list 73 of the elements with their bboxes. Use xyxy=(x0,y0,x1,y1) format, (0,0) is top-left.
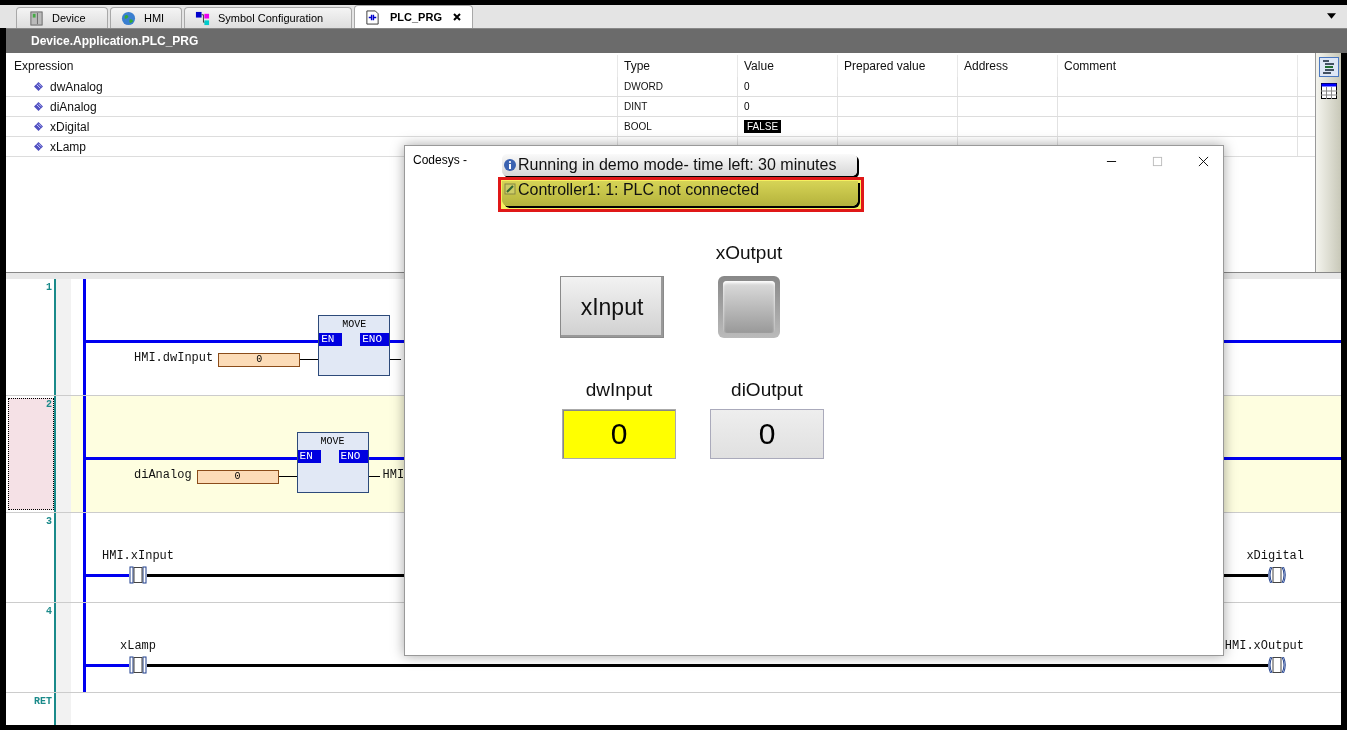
editor-tab[interactable]: Symbol Configuration xyxy=(184,7,352,28)
banner-text: Running in demo mode- time left: 30 minutes xyxy=(518,156,837,174)
document-icon xyxy=(365,9,380,25)
variable-label: HMI.xOutput xyxy=(1224,639,1304,653)
network-number: 4 xyxy=(46,605,53,618)
pin-label: EN xyxy=(319,333,343,346)
editor-tab[interactable]: PLC_PRG xyxy=(354,5,473,28)
contact-symbol[interactable] xyxy=(129,656,147,674)
caret-icon[interactable] xyxy=(1327,13,1336,19)
editor-title: Device.Application.PLC_PRG xyxy=(6,28,1347,53)
coil-symbol[interactable] xyxy=(1268,656,1286,674)
variable-label: HMI.xInput xyxy=(102,549,174,563)
table-cell: FALSE xyxy=(744,120,782,133)
output-field: 0 xyxy=(710,409,824,459)
table-cell: DINT xyxy=(624,101,648,112)
banner-text: Controller1: 1: PLC not connected xyxy=(518,181,760,199)
table-cell: BOOL xyxy=(624,121,652,132)
plug-icon xyxy=(504,183,516,195)
table-cell: xLamp xyxy=(50,139,87,154)
list-icon[interactable] xyxy=(1318,57,1339,77)
pin-label: ENO xyxy=(360,333,390,346)
grid-icon[interactable] xyxy=(1320,83,1337,99)
column-header[interactable]: Expression xyxy=(6,55,618,77)
globe-icon xyxy=(121,10,136,26)
end-label: RET xyxy=(34,695,53,708)
variable-label: xDigital xyxy=(1246,549,1304,563)
window-title: Codesys - xyxy=(413,153,468,167)
lamp-label: xOutput xyxy=(714,242,784,264)
move-block[interactable]: MOVE EN ENO xyxy=(296,432,369,493)
variable-label: HMI.dwInput xyxy=(134,351,214,365)
field-label: diOutput xyxy=(731,379,803,401)
column-header[interactable]: Address xyxy=(958,55,1058,77)
variable-label: diAnalog xyxy=(134,468,192,482)
editor-tab[interactable]: HMI xyxy=(110,7,182,28)
cabinet-icon xyxy=(29,10,44,26)
column-header[interactable]: Value xyxy=(738,55,838,77)
variable-label: HMI xyxy=(382,468,405,482)
table-cell: 0 xyxy=(744,81,750,92)
variable-label: xLamp xyxy=(120,639,156,653)
rung-wire xyxy=(86,664,129,667)
table-cell: DWORD xyxy=(624,81,663,92)
move-block[interactable]: MOVE EN ENO xyxy=(318,315,391,376)
pin-label: EN xyxy=(297,450,321,463)
network-number: 2 xyxy=(46,398,53,411)
close-icon[interactable] xyxy=(1198,155,1209,167)
table-cell: dwAnalog xyxy=(50,79,103,94)
contact-symbol[interactable] xyxy=(129,566,147,584)
table-cell: diAnalog xyxy=(50,99,97,114)
blocks-icon xyxy=(195,10,210,26)
editor-tab[interactable]: Device xyxy=(16,7,108,28)
network-number: 1 xyxy=(46,281,53,294)
close-icon[interactable] xyxy=(451,12,462,22)
column-header[interactable]: Type xyxy=(618,55,738,77)
rung-wire xyxy=(86,574,129,577)
variable-icon xyxy=(34,142,43,151)
column-header[interactable]: Prepared value xyxy=(838,55,958,77)
variable-icon xyxy=(34,102,43,111)
column-header[interactable]: Comment xyxy=(1058,55,1298,77)
coil-symbol[interactable] xyxy=(1268,566,1286,584)
variable-icon xyxy=(34,122,43,131)
block-title: MOVE xyxy=(319,436,346,448)
input-field[interactable]: 0 xyxy=(562,409,676,459)
field-label: dwInput xyxy=(585,379,653,401)
variable-icon xyxy=(34,82,43,91)
value-field[interactable]: 0 xyxy=(196,470,279,484)
table-cell: xDigital xyxy=(50,119,90,134)
block-title: MOVE xyxy=(341,319,368,331)
network-number: 3 xyxy=(46,515,53,528)
pin-label: ENO xyxy=(338,450,368,463)
table-cell: 0 xyxy=(744,101,750,112)
value-field[interactable]: 0 xyxy=(218,353,301,367)
input-button[interactable]: xInput xyxy=(560,276,664,338)
info-icon xyxy=(504,159,516,171)
